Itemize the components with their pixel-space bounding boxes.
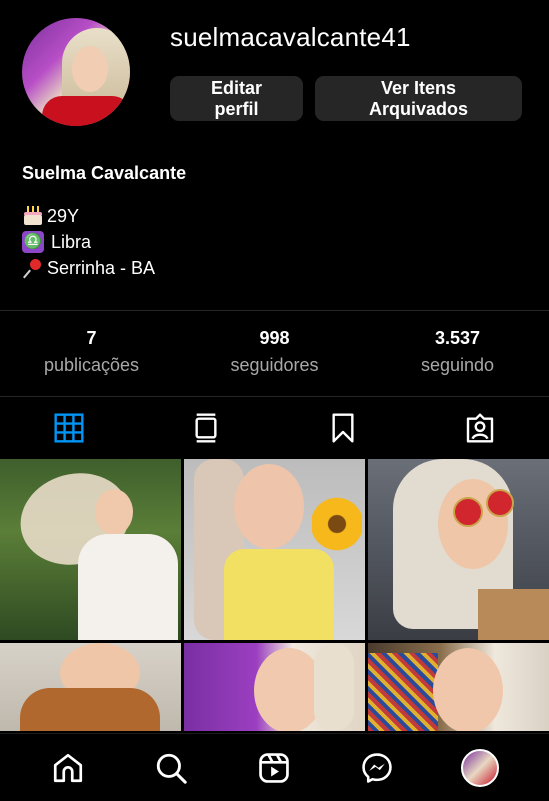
bio-age-text: 29Y bbox=[47, 206, 80, 226]
profile-avatar bbox=[461, 749, 499, 787]
nav-messenger[interactable] bbox=[357, 748, 397, 788]
post-shirt-shape bbox=[78, 534, 178, 640]
following-count: 3.537 bbox=[434, 328, 481, 348]
posts-grid-icon bbox=[53, 413, 84, 443]
nav-search[interactable] bbox=[151, 748, 191, 788]
bio-location-text: Serrinha - BA bbox=[47, 258, 156, 278]
nav-reels[interactable] bbox=[254, 748, 294, 788]
stat-following[interactable]: 3.537 seguindo bbox=[366, 328, 549, 376]
tab-tagged[interactable] bbox=[411, 397, 548, 459]
avatar-dress-shape bbox=[42, 96, 130, 126]
post-face-shape bbox=[234, 464, 304, 549]
post-face-shape bbox=[95, 489, 133, 535]
following-label: seguindo bbox=[420, 355, 495, 375]
post-thumbnail[interactable] bbox=[368, 459, 549, 640]
stats-top-divider bbox=[0, 310, 549, 311]
stat-followers[interactable]: 998 seguidores bbox=[183, 328, 366, 376]
nav-profile[interactable] bbox=[460, 748, 500, 788]
tab-saved[interactable] bbox=[274, 397, 411, 459]
bio-line-sign: ♎ Libra bbox=[22, 229, 155, 255]
post-face-shape bbox=[433, 648, 503, 731]
followers-count: 998 bbox=[259, 328, 290, 348]
home-icon bbox=[53, 753, 83, 783]
post-sunglasses-shape bbox=[453, 497, 483, 527]
profile-stats: 7 publicações 998 seguidores 3.537 segui… bbox=[0, 316, 549, 396]
birthday-cake-icon bbox=[22, 205, 44, 227]
followers-label: seguidores bbox=[230, 355, 319, 375]
pushpin-icon bbox=[22, 256, 44, 279]
search-icon bbox=[156, 753, 187, 784]
post-thumbnail[interactable] bbox=[184, 459, 365, 640]
reels-feed-icon bbox=[194, 413, 217, 443]
tab-feed[interactable] bbox=[137, 397, 274, 459]
edit-profile-button[interactable]: Editar perfil bbox=[170, 76, 303, 121]
avatar-face-shape bbox=[72, 46, 108, 92]
full-name: Suelma Cavalcante bbox=[22, 163, 187, 183]
stat-posts[interactable]: 7 publicações bbox=[0, 328, 183, 376]
post-shirt-shape bbox=[478, 589, 549, 640]
profile-header: suelmacavalcante41 Editar perfil Ver Iten… bbox=[0, 0, 549, 150]
post-thumbnail[interactable] bbox=[0, 459, 181, 640]
profile-tabs bbox=[0, 397, 549, 459]
post-shirt-shape bbox=[224, 549, 334, 640]
bio-line-age: 29Y bbox=[22, 203, 155, 229]
bio-line-location: Serrinha - BA bbox=[22, 255, 155, 281]
post-thumbnail[interactable] bbox=[0, 643, 181, 731]
tagged-icon bbox=[466, 413, 493, 443]
post-thumbnail[interactable] bbox=[368, 643, 549, 731]
post-shirt-shape bbox=[20, 688, 160, 731]
post-sunglasses-shape bbox=[486, 489, 514, 517]
nav-home[interactable] bbox=[48, 748, 88, 788]
posts-grid bbox=[0, 459, 549, 731]
archived-items-button[interactable]: Ver Itens Arquivados bbox=[315, 76, 522, 121]
profile-avatar[interactable] bbox=[22, 18, 130, 126]
post-thumbnail[interactable] bbox=[184, 643, 365, 731]
libra-icon: ♎ bbox=[22, 231, 44, 253]
post-sweater-shape bbox=[368, 653, 438, 731]
tab-posts-grid[interactable] bbox=[0, 397, 137, 459]
saved-bookmark-icon bbox=[331, 413, 354, 443]
posts-count: 7 bbox=[86, 328, 97, 348]
bio: 29Y ♎ Libra Serrinha - BA bbox=[22, 203, 155, 281]
reels-icon bbox=[259, 753, 289, 783]
bottom-navigation bbox=[0, 733, 549, 801]
post-flowers-shape bbox=[312, 489, 362, 559]
posts-label: publicações bbox=[43, 355, 140, 375]
messenger-icon bbox=[362, 753, 392, 783]
username: suelmacavalcante41 bbox=[170, 22, 411, 52]
bio-sign-text: Libra bbox=[51, 232, 92, 252]
post-hair-shape bbox=[314, 643, 354, 731]
